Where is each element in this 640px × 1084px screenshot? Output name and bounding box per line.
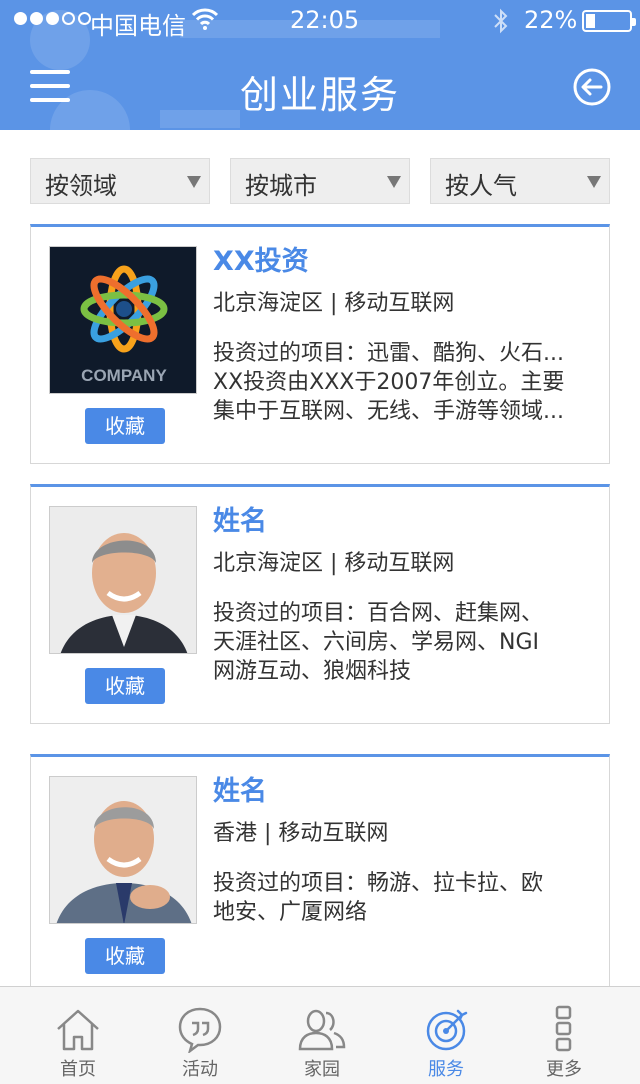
investor-location: 北京海淀区 | 移动互联网 bbox=[213, 551, 455, 576]
investor-name: 姓名 bbox=[213, 506, 267, 537]
description-line: 地安、广厦网络 bbox=[213, 900, 368, 925]
avatar bbox=[49, 776, 197, 924]
signal-strength-icon bbox=[14, 12, 91, 25]
filter-label: 按领域 bbox=[45, 172, 117, 200]
filter-label: 按人气 bbox=[445, 172, 517, 200]
header: 中国电信 22:05 22% 创业服务 bbox=[0, 0, 640, 130]
quote-bubble-icon bbox=[178, 1007, 222, 1053]
favorite-button[interactable]: 收藏 bbox=[85, 938, 165, 974]
wifi-icon bbox=[192, 8, 218, 30]
investor-location: 香港 | 移动互联网 bbox=[213, 821, 389, 846]
filter-label: 按城市 bbox=[245, 172, 317, 200]
investor-description: 投资过的项目：百合网、赶集网、 天涯社区、六间房、学易网、NGI 网游互动、狼烟… bbox=[213, 599, 597, 686]
description-line: 投资过的项目：百合网、赶集网、 bbox=[213, 601, 544, 626]
filter-bar: 按领域 按城市 按人气 bbox=[30, 158, 610, 204]
avatar bbox=[49, 506, 197, 654]
filter-by-city[interactable]: 按城市 bbox=[230, 158, 410, 204]
target-icon bbox=[426, 1009, 468, 1051]
tab-service[interactable]: 服务 bbox=[382, 987, 510, 1084]
company-logo-text: COMPANY bbox=[81, 366, 167, 385]
investor-location: 北京海淀区 | 移动互联网 bbox=[213, 291, 455, 316]
dropdown-arrow-icon bbox=[587, 176, 601, 188]
description-line: XX投资由XXX于2007年创立。主要 bbox=[213, 370, 565, 395]
tab-label: 首页 bbox=[60, 1059, 96, 1080]
description-line: 投资过的项目：畅游、拉卡拉、欧 bbox=[213, 871, 544, 896]
favorite-button[interactable]: 收藏 bbox=[85, 408, 165, 444]
tab-label: 活动 bbox=[182, 1059, 218, 1080]
tab-label: 家园 bbox=[304, 1059, 340, 1080]
filter-by-popularity[interactable]: 按人气 bbox=[430, 158, 610, 204]
people-icon bbox=[298, 1009, 346, 1051]
status-bar: 中国电信 22:05 22% bbox=[0, 0, 640, 40]
favorite-button[interactable]: 收藏 bbox=[85, 668, 165, 704]
description-line: 投资过的项目：迅雷、酷狗、火石... bbox=[213, 341, 564, 366]
page-title: 创业服务 bbox=[239, 73, 400, 117]
company-logo: COMPANY bbox=[49, 246, 197, 394]
investor-card[interactable]: 收藏 姓名 香港 | 移动互联网 投资过的项目：畅游、拉卡拉、欧 地安、广厦网络 bbox=[30, 754, 610, 994]
app-screen: 中国电信 22:05 22% 创业服务 按领域 按城市 按人气 COMPANY … bbox=[0, 0, 640, 1084]
investor-description: 投资过的项目：畅游、拉卡拉、欧 地安、广厦网络 bbox=[213, 869, 597, 927]
investor-card[interactable]: COMPANY 收藏 XX投资 北京海淀区 | 移动互联网 投资过的项目：迅雷、… bbox=[30, 224, 610, 464]
tab-activity[interactable]: 活动 bbox=[136, 987, 264, 1084]
more-icon bbox=[555, 1005, 572, 1052]
tab-label: 更多 bbox=[546, 1059, 582, 1080]
tab-label: 服务 bbox=[428, 1059, 464, 1080]
battery-percent: 22% bbox=[524, 6, 578, 34]
home-icon bbox=[57, 1009, 99, 1051]
tab-bar: 首页 活动 家园 服务 更多 bbox=[0, 986, 640, 1084]
tab-home[interactable]: 首页 bbox=[14, 987, 142, 1084]
dropdown-arrow-icon bbox=[387, 176, 401, 188]
tab-community[interactable]: 家园 bbox=[258, 987, 386, 1084]
description-line: 集中于互联网、无线、手游等领域... bbox=[213, 399, 564, 424]
tab-more[interactable]: 更多 bbox=[500, 987, 628, 1084]
battery-icon bbox=[582, 10, 636, 32]
investor-name: XX投资 bbox=[213, 246, 309, 277]
investor-name: 姓名 bbox=[213, 776, 267, 807]
clock: 22:05 bbox=[290, 6, 360, 34]
dropdown-arrow-icon bbox=[187, 176, 201, 188]
back-circle-icon[interactable] bbox=[572, 67, 612, 107]
description-line: 天涯社区、六间房、学易网、NGI bbox=[213, 630, 539, 655]
investor-card[interactable]: 收藏 姓名 北京海淀区 | 移动互联网 投资过的项目：百合网、赶集网、 天涯社区… bbox=[30, 484, 610, 724]
investor-description: 投资过的项目：迅雷、酷狗、火石... XX投资由XXX于2007年创立。主要 集… bbox=[213, 339, 597, 426]
carrier-name: 中国电信 bbox=[90, 12, 186, 40]
bluetooth-icon bbox=[494, 8, 508, 34]
nav-bar: 创业服务 bbox=[0, 40, 640, 130]
filter-by-field[interactable]: 按领域 bbox=[30, 158, 210, 204]
description-line: 网游互动、狼烟科技 bbox=[213, 659, 412, 684]
